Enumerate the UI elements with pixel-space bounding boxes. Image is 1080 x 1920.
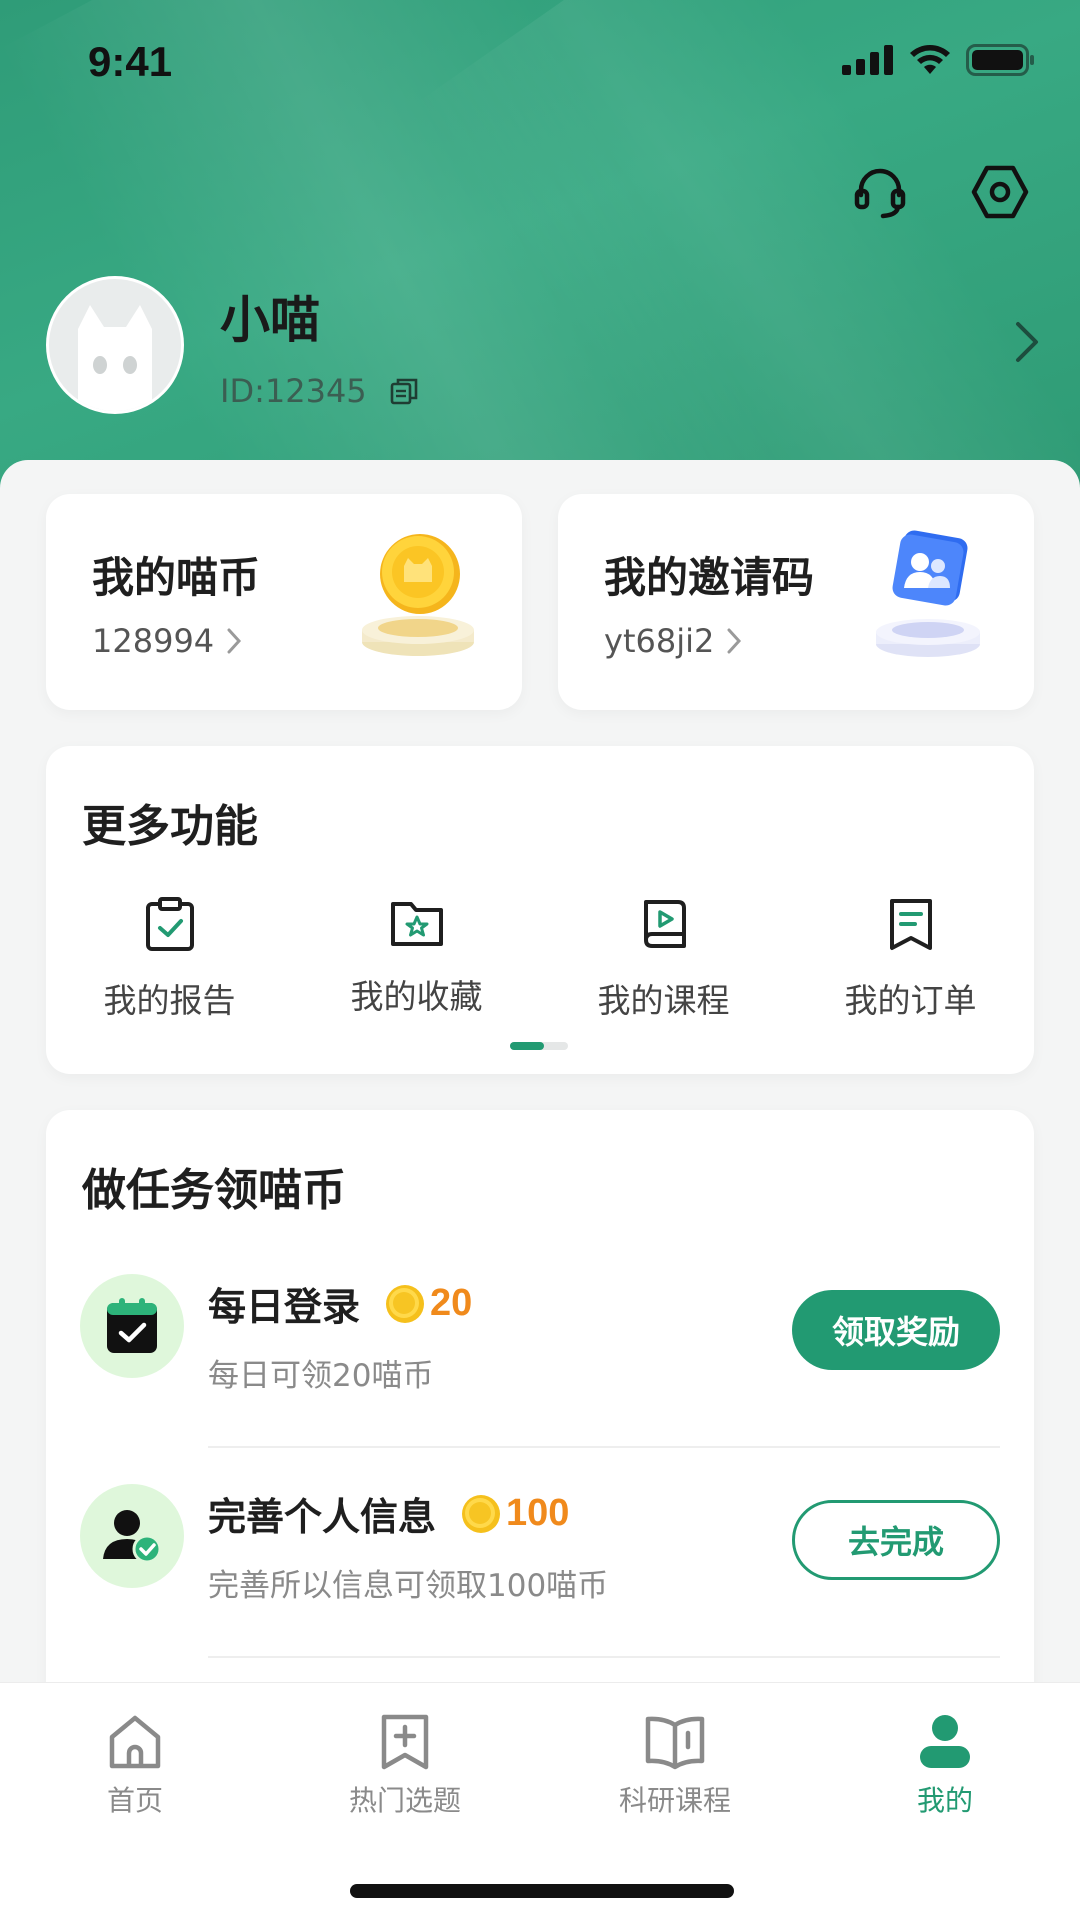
page-indicator [510, 1042, 568, 1050]
tab-home[interactable]: 首页 [0, 1713, 270, 1819]
header-actions [848, 160, 1032, 224]
task-title: 完善个人信息 [208, 1495, 437, 1539]
copy-icon[interactable] [389, 376, 419, 406]
task-title: 每日登录 [208, 1285, 361, 1329]
task-reward: 100 [506, 1492, 570, 1534]
wifi-icon [910, 45, 950, 74]
my-courses-button[interactable]: 我的课程 [540, 896, 787, 1022]
my-reports-button[interactable]: 我的报告 [46, 896, 293, 1022]
divider [208, 1446, 1000, 1448]
divider [208, 1656, 1000, 1658]
tab-label: 首页 [106, 1784, 163, 1817]
user-profile[interactable]: 小喵 ID:12345 [46, 276, 419, 414]
cellular-signal-icon [842, 45, 893, 75]
order-receipt-icon [889, 899, 932, 950]
tasks-card: 做任务领喵币 每日登录 20 每日可领20喵币 领取奖励 完善个人信息 100 … [46, 1110, 1034, 1750]
bookmark-plus-icon [381, 1714, 429, 1770]
coin-pedestal-icon [362, 534, 474, 656]
coin-icon [462, 1494, 501, 1533]
task-item: 每日登录 20 每日可领20喵币 领取奖励 [46, 1250, 1034, 1448]
home-indicator [350, 1884, 734, 1898]
tasks-title: 做任务领喵币 [82, 1165, 346, 1216]
invite-card-title: 我的邀请码 [604, 553, 815, 602]
func-label: 我的课程 [597, 981, 730, 1020]
customer-service-button[interactable] [848, 160, 912, 224]
task-icon [80, 1274, 184, 1378]
cat-avatar-icon [78, 305, 152, 411]
my-favorites-button[interactable]: 我的收藏 [293, 896, 540, 1022]
settings-hex-icon [971, 165, 1029, 219]
go-complete-button[interactable]: 去完成 [792, 1500, 1000, 1580]
func-label: 我的收藏 [350, 977, 483, 1016]
task-description: 每日可领20喵币 [208, 1358, 434, 1394]
home-icon [109, 1715, 161, 1769]
open-book-icon [645, 1716, 705, 1770]
tab-label: 热门选题 [348, 1784, 461, 1817]
course-play-icon [643, 900, 686, 948]
headset-icon [854, 168, 906, 219]
profile-header: 9:41 小喵 ID:12345 [0, 0, 1080, 520]
invite-code-card[interactable]: 我的邀请码 yt68ji2 [558, 494, 1034, 710]
battery-icon [966, 44, 1034, 76]
more-functions-card: 更多功能 我的报告 我的收藏 我的课程 我的订单 [46, 746, 1034, 1074]
my-orders-button[interactable]: 我的订单 [787, 896, 1034, 1022]
more-functions-title: 更多功能 [82, 801, 258, 852]
coin-icon [386, 1284, 425, 1323]
coins-card-title: 我的喵币 [92, 553, 261, 602]
calendar-check-icon [107, 1298, 157, 1353]
task-reward: 20 [430, 1282, 473, 1324]
tab-mine[interactable]: 我的 [810, 1713, 1080, 1819]
chevron-right-icon [227, 628, 242, 654]
func-label: 我的订单 [844, 981, 977, 1020]
favorites-folder-icon [390, 902, 443, 946]
avatar[interactable] [46, 276, 184, 414]
coins-card[interactable]: 我的喵币 128994 [46, 494, 522, 710]
user-id: ID:12345 [220, 372, 367, 410]
func-label: 我的报告 [103, 981, 236, 1020]
user-verified-icon [103, 1510, 162, 1564]
claim-reward-button[interactable]: 领取奖励 [792, 1290, 1000, 1370]
tab-hot-topics[interactable]: 热门选题 [270, 1713, 540, 1819]
report-clipboard-icon [145, 897, 194, 951]
task-description: 完善所以信息可领取100喵币 [208, 1568, 609, 1604]
task-icon [80, 1484, 184, 1588]
user-icon [920, 1715, 970, 1768]
tab-label: 我的 [916, 1784, 973, 1817]
chevron-right-icon [727, 628, 742, 654]
status-time: 9:41 [88, 38, 173, 85]
invite-users-pedestal-icon [876, 530, 980, 657]
task-item: 完善个人信息 100 完善所以信息可领取100喵币 去完成 [46, 1460, 1034, 1658]
username: 小喵 [220, 291, 320, 349]
chevron-right-icon[interactable] [1014, 320, 1040, 364]
invite-code: yt68ji2 [604, 622, 715, 660]
settings-button[interactable] [968, 160, 1032, 224]
tab-research-courses[interactable]: 科研课程 [540, 1713, 810, 1819]
tab-label: 科研课程 [618, 1784, 731, 1817]
coins-balance: 128994 [92, 622, 215, 660]
status-icons [842, 44, 1036, 76]
